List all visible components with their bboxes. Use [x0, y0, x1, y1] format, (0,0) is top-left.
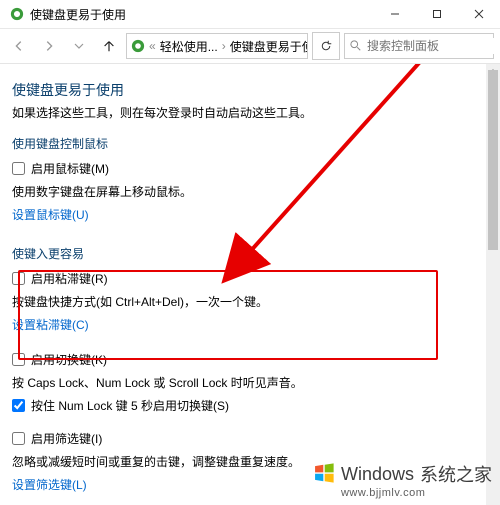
mouse-keys-desc: 使用数字键盘在屏幕上移动鼠标。: [12, 183, 470, 200]
sticky-keys-checkbox[interactable]: [12, 272, 25, 285]
mouse-keys-settings-link[interactable]: 设置鼠标键(U): [12, 208, 89, 222]
toggle-keys-label: 启用切换键(K): [31, 351, 107, 368]
titlebar-left: 使键盘更易于使用: [10, 6, 126, 23]
filter-keys-row: 启用筛选键(I): [12, 430, 470, 447]
close-button[interactable]: [458, 0, 500, 28]
watermark-brand2: 系统之家: [420, 461, 492, 487]
toggle-keys-numlock-checkbox[interactable]: [12, 399, 25, 412]
sticky-keys-desc: 按键盘快捷方式(如 Ctrl+Alt+Del)，一次一个键。: [12, 293, 470, 310]
toggle-keys-checkbox[interactable]: [12, 353, 25, 366]
ease-of-access-icon: [131, 39, 145, 53]
search-box[interactable]: [344, 33, 494, 59]
breadcrumb-item-1[interactable]: 轻松使用...: [158, 38, 220, 55]
breadcrumb-chevron-icon: ›: [222, 39, 226, 53]
toggle-keys-desc: 按 Caps Lock、Num Lock 或 Scroll Lock 时听见声音…: [12, 374, 470, 391]
filter-keys-checkbox[interactable]: [12, 432, 25, 445]
search-icon: [349, 39, 361, 54]
back-button[interactable]: [6, 33, 32, 59]
content-area: ▴ ▾ 使键盘更易于使用 如果选择这些工具，则在每次登录时自动启动这些工具。 使…: [0, 64, 500, 505]
maximize-button[interactable]: [416, 0, 458, 28]
refresh-button[interactable]: [312, 32, 340, 60]
watermark: Windows 系统之家 www.bjjmlv.com: [313, 461, 492, 499]
toggle-keys-numlock-row: 按住 Num Lock 键 5 秒启用切换键(S): [12, 397, 470, 414]
app-icon: [10, 7, 24, 21]
minimize-button[interactable]: [374, 0, 416, 28]
window-title: 使键盘更易于使用: [30, 6, 126, 23]
breadcrumb-item-2[interactable]: 使键盘更易于使用: [228, 38, 308, 55]
mouse-keys-checkbox[interactable]: [12, 162, 25, 175]
windows-logo-icon: [313, 462, 335, 487]
sticky-keys-link-line: 设置粘滞键(C): [12, 316, 470, 333]
window-controls: [374, 0, 500, 28]
page-title: 使键盘更易于使用: [12, 80, 470, 100]
vertical-scrollbar[interactable]: ▴ ▾: [486, 64, 500, 505]
watermark-url: www.bjjmlv.com: [341, 487, 425, 499]
address-bar: « 轻松使用... › 使键盘更易于使用: [0, 29, 500, 64]
mouse-keys-row: 启用鼠标键(M): [12, 160, 470, 177]
page-intro: 如果选择这些工具，则在每次登录时自动启动这些工具。: [12, 104, 470, 121]
section-typing-heading: 使键入更容易: [12, 245, 470, 262]
breadcrumb-sep-icon: «: [149, 39, 156, 53]
sticky-keys-settings-link[interactable]: 设置粘滞键(C): [12, 318, 89, 332]
watermark-brand1: Windows: [341, 464, 414, 485]
filter-keys-label: 启用筛选键(I): [31, 430, 102, 447]
window-titlebar: 使键盘更易于使用: [0, 0, 500, 29]
mouse-keys-link-line: 设置鼠标键(U): [12, 206, 470, 223]
up-button[interactable]: [96, 33, 122, 59]
sticky-keys-row: 启用粘滞键(R): [12, 270, 470, 287]
toggle-keys-row: 启用切换键(K): [12, 351, 470, 368]
scrollbar-thumb[interactable]: [488, 70, 498, 250]
breadcrumb[interactable]: « 轻松使用... › 使键盘更易于使用: [126, 33, 308, 59]
recent-dropdown[interactable]: [66, 33, 92, 59]
sticky-keys-label: 启用粘滞键(R): [31, 270, 108, 287]
section-mouse-heading: 使用键盘控制鼠标: [12, 135, 470, 152]
forward-button[interactable]: [36, 33, 62, 59]
content-inner: 使键盘更易于使用 如果选择这些工具，则在每次登录时自动启动这些工具。 使用键盘控…: [12, 80, 488, 505]
search-input[interactable]: [365, 38, 500, 54]
toggle-keys-numlock-label: 按住 Num Lock 键 5 秒启用切换键(S): [31, 397, 229, 414]
filter-keys-settings-link[interactable]: 设置筛选键(L): [12, 478, 87, 492]
mouse-keys-label: 启用鼠标键(M): [31, 160, 109, 177]
